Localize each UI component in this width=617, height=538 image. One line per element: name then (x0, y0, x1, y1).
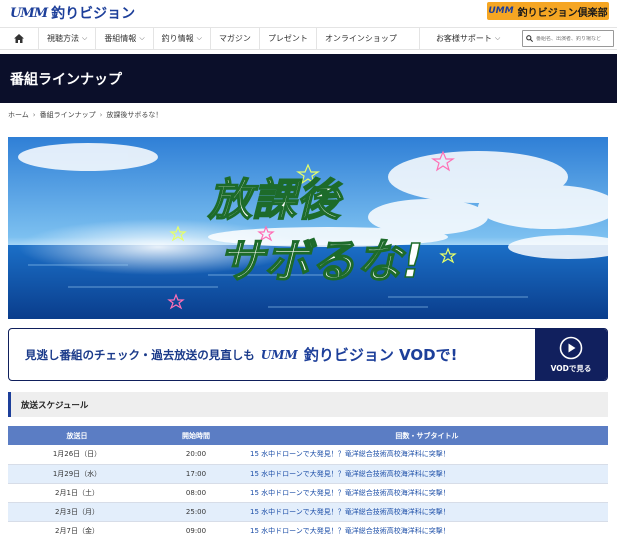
club-button[interactable]: UMM 釣りビジョン倶楽部 (487, 2, 609, 20)
logo-text: 釣りビジョン (51, 6, 136, 22)
nav-item-label: お客様サポート (435, 34, 492, 43)
search-box[interactable] (522, 30, 614, 47)
cell-date: 1月26日（日） (8, 445, 146, 465)
logo-mark: UMM (10, 5, 48, 21)
vod-banner-brand: 釣りビジョン VODで! (303, 346, 458, 364)
vod-banner-main: 見逃し番組のチェック・過去放送の見直しも UMM 釣りビジョン VODで! (9, 329, 535, 380)
vod-logo-mark: UMM (260, 347, 298, 362)
page-title-band: 番組ラインナップ (0, 54, 617, 103)
nav-item-support[interactable]: お客様サポート ⌵ (418, 28, 514, 49)
cell-time: 17:00 (146, 464, 246, 484)
table-row: 2月7日（金） 09:00 15 水中ドローンで大発見！？竜洋総合技術高校海洋科… (8, 521, 608, 538)
cell-title-link[interactable]: 15 水中ドローンで大発見！？竜洋総合技術高校海洋科に突撃！ (246, 483, 608, 503)
cell-time: 20:00 (146, 445, 246, 465)
schedule-heading-text: 放送スケジュール (21, 400, 89, 411)
nav-item-label: 番組情報 (104, 34, 137, 43)
nav-item-label: オンラインショップ (324, 34, 397, 43)
nav-item-fishing-info[interactable]: 釣り情報 ⌵ (152, 28, 210, 49)
club-label: 釣りビジョン倶楽部 (517, 7, 608, 19)
nav-item-label: 視聴方法 (47, 34, 79, 43)
vod-watch-label: VODで見る (550, 363, 592, 373)
cell-date: 1月29日（水） (8, 464, 146, 484)
nav-item-programs[interactable]: 番組情報 ⌵ (95, 28, 152, 49)
nav-item-viewing[interactable]: 視聴方法 ⌵ (38, 28, 95, 49)
nav-item-label: マガジン (218, 34, 251, 43)
nav-item-label: プレゼント (267, 34, 308, 43)
chevron-down-icon: ⌵ (494, 34, 501, 42)
cell-date: 2月3日（月） (8, 502, 146, 522)
table-row: 2月3日（月） 25:00 15 水中ドローンで大発見！？竜洋総合技術高校海洋科… (8, 502, 608, 522)
table-header-row: 放送日 開始時間 回数・サブタイトル (8, 426, 608, 445)
cell-time: 08:00 (146, 483, 246, 503)
breadcrumb-lineup[interactable]: 番組ラインナップ (40, 110, 96, 120)
schedule-table: 放送日 開始時間 回数・サブタイトル 1月26日（日） 20:00 15 水中ド… (8, 426, 608, 538)
program-hero-image: 放課後 サボるな! (8, 137, 608, 319)
column-header-title: 回数・サブタイトル (246, 426, 608, 445)
chevron-right-icon: › (32, 111, 36, 119)
cell-time: 09:00 (146, 521, 246, 538)
chevron-down-icon: ⌵ (139, 34, 145, 42)
nav-home-button[interactable] (0, 28, 38, 49)
vod-watch-button[interactable]: VODで見る (535, 329, 607, 380)
cell-title-link[interactable]: 15 水中ドローンで大発見！？竜洋総合技術高校海洋科に突撃！ (246, 502, 608, 522)
table-row: 1月29日（水） 17:00 15 水中ドローンで大発見！？竜洋総合技術高校海洋… (8, 464, 608, 484)
cell-time: 25:00 (146, 502, 246, 522)
table-row: 2月1日（土） 08:00 15 水中ドローンで大発見！？竜洋総合技術高校海洋科… (8, 483, 608, 503)
nav-item-label: 釣り情報 (161, 34, 194, 43)
site-logo[interactable]: UMM 釣りビジョン (10, 3, 135, 23)
column-header-date: 放送日 (8, 426, 146, 445)
column-header-time: 開始時間 (146, 426, 246, 445)
hero-illustration: 放課後 サボるな! (8, 137, 608, 319)
cell-title-link[interactable]: 15 水中ドローンで大発見！？竜洋総合技術高校海洋科に突撃！ (246, 445, 608, 465)
cell-title-link[interactable]: 15 水中ドローンで大発見！？竜洋総合技術高校海洋科に突撃！ (246, 521, 608, 538)
home-icon (14, 34, 24, 43)
schedule-heading: 放送スケジュール (8, 392, 608, 417)
nav-item-present[interactable]: プレゼント (258, 28, 316, 49)
program-logo-line2: サボるな! (218, 234, 423, 288)
page-title: 番組ラインナップ (10, 71, 122, 88)
main-nav: 視聴方法 ⌵ 番組情報 ⌵ 釣り情報 ⌵ マガジン プレゼント オンラインショッ… (0, 27, 617, 50)
chevron-down-icon: ⌵ (196, 34, 202, 42)
top-bar: UMM 釣りビジョン UMM 釣りビジョン倶楽部 (0, 0, 617, 26)
table-row: 1月26日（日） 20:00 15 水中ドローンで大発見！？竜洋総合技術高校海洋… (8, 445, 608, 465)
club-logo-mark: UMM (488, 6, 514, 16)
chevron-down-icon: ⌵ (82, 34, 88, 42)
nav-item-online-shop[interactable]: オンラインショップ (315, 28, 419, 49)
nav-item-magazine[interactable]: マガジン (209, 28, 259, 49)
search-icon (526, 35, 533, 42)
breadcrumb-home[interactable]: ホーム (8, 110, 29, 120)
breadcrumb-current: 放課後サボるな！ (106, 111, 163, 119)
search-input[interactable] (536, 35, 610, 42)
cell-title-link[interactable]: 15 水中ドローンで大発見！？竜洋総合技術高校海洋科に突撃！ (246, 464, 608, 484)
breadcrumb: ホーム › 番組ラインナップ › 放課後サボるな！ (8, 110, 162, 120)
cell-date: 2月7日（金） (8, 521, 146, 538)
vod-banner-text: 見逃し番組のチェック・過去放送の見直しも (25, 347, 255, 362)
chevron-right-icon: › (99, 111, 103, 119)
vod-banner[interactable]: 見逃し番組のチェック・過去放送の見直しも UMM 釣りビジョン VODで! VO… (8, 328, 608, 381)
cell-date: 2月1日（土） (8, 483, 146, 503)
play-icon (559, 336, 583, 359)
program-logo-line1: 放課後 (207, 175, 343, 226)
